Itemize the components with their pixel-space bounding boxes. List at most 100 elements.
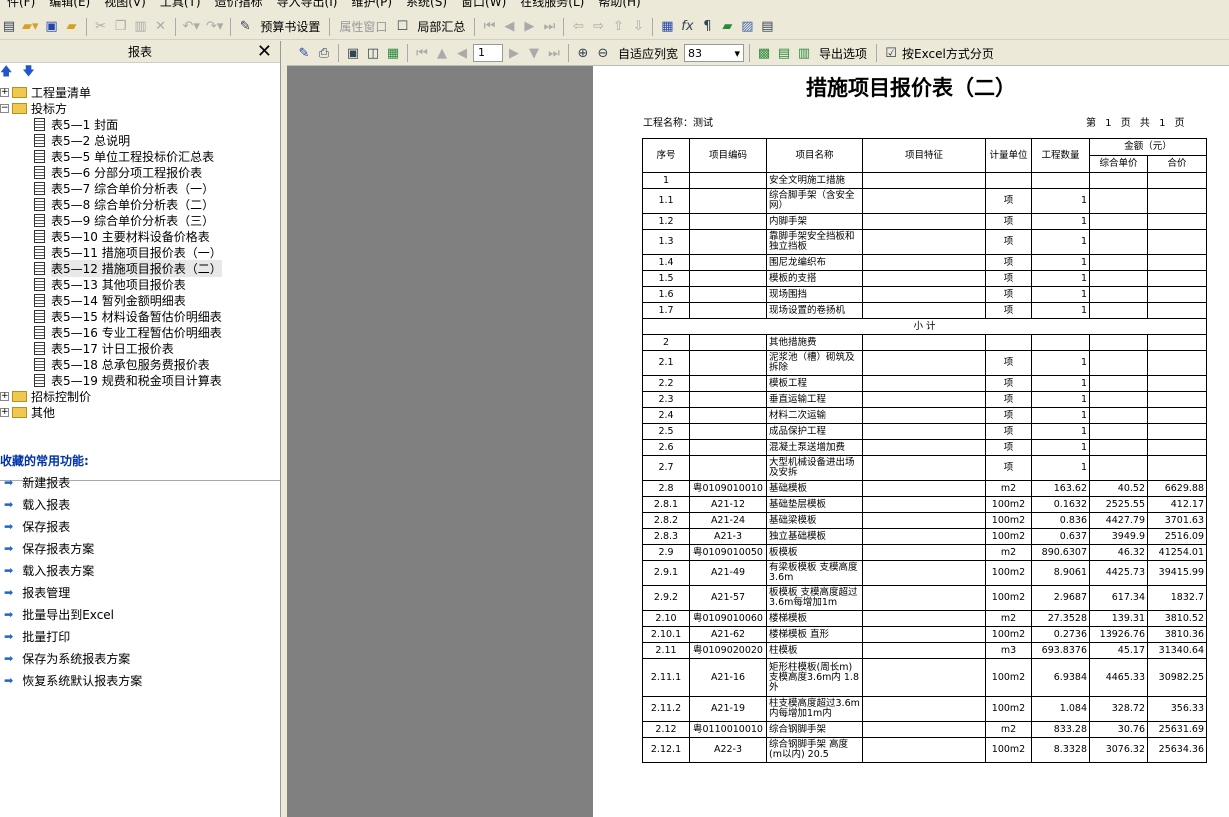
expand-icon[interactable]: + <box>0 87 9 97</box>
checkbox-checked-icon[interactable]: ☑ <box>882 43 900 63</box>
export-sheet-icon[interactable]: ▤ <box>775 43 793 63</box>
budget-settings-button[interactable]: 预算书设置 <box>256 17 324 37</box>
last-icon[interactable]: ⏭ <box>540 17 558 37</box>
paste-icon[interactable]: ▥ <box>132 17 150 37</box>
export-options-button[interactable]: 导出选项 <box>815 43 871 63</box>
menu-file[interactable]: 件(F) <box>0 0 42 10</box>
tree-item-report[interactable]: 表5—5 单位工程投标价汇总表 <box>34 148 214 164</box>
image-icon[interactable]: ▨ <box>738 17 756 37</box>
budget-settings-icon[interactable]: ✎ <box>236 17 254 37</box>
tree-item-report[interactable]: 表5—2 总说明 <box>34 132 130 148</box>
first-icon[interactable]: ⏮ <box>480 17 498 37</box>
tree-node-control-price[interactable]: + 招标控制价 <box>0 388 91 404</box>
fav-load-scheme[interactable]: ➡ 载入报表方案 <box>0 559 280 581</box>
menu-edit[interactable]: 编辑(E) <box>42 0 97 10</box>
page-double-icon[interactable]: ◫ <box>364 43 382 63</box>
export-grid-icon[interactable]: ▥ <box>795 43 813 63</box>
fav-save-system-scheme[interactable]: ➡ 保存为系统报表方案 <box>0 647 280 669</box>
tree-node-other[interactable]: + 其他 <box>0 404 55 420</box>
prev-page-icon[interactable]: ◀ <box>453 43 471 63</box>
next-page-down-icon[interactable]: ▼ <box>525 43 543 63</box>
tree-item-report[interactable]: 表5—16 专业工程暂估价明细表 <box>34 324 222 340</box>
tree-item-report[interactable]: 表5—11 措施项目报价表（一） <box>34 244 222 260</box>
book-icon[interactable]: ▰ <box>718 17 736 37</box>
tree-item-report[interactable]: 表5—10 主要材料设备价格表 <box>34 228 210 244</box>
paragraph-icon[interactable]: ¶ <box>698 17 716 37</box>
page-single-icon[interactable]: ▣ <box>344 43 362 63</box>
delete-icon[interactable]: ✕ <box>152 17 170 37</box>
calculator-icon[interactable]: ▦ <box>658 17 676 37</box>
page-multi-icon[interactable]: ▦ <box>384 43 402 63</box>
zoom-select[interactable]: 83 ▾ <box>684 44 745 62</box>
tree-item-report[interactable]: 表5—19 规费和税金项目计算表 <box>34 372 222 388</box>
tree-node-bill[interactable]: + 工程量清单 <box>0 84 91 100</box>
print-icon[interactable]: ⎙ <box>315 43 333 63</box>
menu-view[interactable]: 视图(V) <box>97 0 153 10</box>
collapse-icon[interactable]: − <box>0 103 9 113</box>
fav-load-report[interactable]: ➡ 载入报表 <box>0 493 280 515</box>
menu-cost-index[interactable]: 造价指标 <box>208 0 270 10</box>
back-icon[interactable]: ⇦ <box>569 17 587 37</box>
undo-icon[interactable]: ↶▾ <box>181 17 202 37</box>
open-project-icon[interactable]: ▰ <box>63 17 81 37</box>
forward-icon[interactable]: ⇨ <box>589 17 607 37</box>
fav-report-management[interactable]: ➡ 报表管理 <box>0 581 280 603</box>
fav-save-scheme[interactable]: ➡ 保存报表方案 <box>0 537 280 559</box>
arrow-down-icon[interactable]: 🡇 <box>22 62 34 83</box>
fav-save-report[interactable]: ➡ 保存报表 <box>0 515 280 537</box>
save-icon[interactable]: ▣ <box>43 17 61 37</box>
tree-item-report[interactable]: 表5—17 计日工报价表 <box>34 340 174 356</box>
tree-node-bidder[interactable]: − 投标方 <box>0 100 67 116</box>
down-icon[interactable]: ⇩ <box>629 17 647 37</box>
excel-icon[interactable]: ▩ <box>755 43 773 63</box>
close-icon[interactable]: ✕ <box>257 41 272 63</box>
tree-item-report[interactable]: 表5—14 暂列金额明细表 <box>34 292 186 308</box>
prev-icon[interactable]: ◀ <box>500 17 518 37</box>
fav-new-report[interactable]: ➡ 新建报表 <box>0 471 280 493</box>
next-icon[interactable]: ▶ <box>520 17 538 37</box>
tree-item-report[interactable]: 表5—18 总承包服务费报价表 <box>34 356 210 372</box>
new-icon[interactable]: ▤ <box>0 17 18 37</box>
zoom-out-icon[interactable]: ⊖ <box>594 43 612 63</box>
tree-item-report[interactable]: 表5—8 综合单价分析表（二） <box>34 196 214 212</box>
menu-import-export[interactable]: 导入导出(I) <box>270 0 345 10</box>
menu-tools[interactable]: 工具(T) <box>153 0 208 10</box>
menu-system[interactable]: 系统(S) <box>399 0 454 10</box>
zoom-in-icon[interactable]: ⊕ <box>574 43 592 63</box>
list-icon[interactable]: ▤ <box>758 17 776 37</box>
open-folder-icon[interactable]: ▰▾ <box>20 17 41 37</box>
next-page-icon[interactable]: ▶ <box>505 43 523 63</box>
menu-online[interactable]: 在线服务(L) <box>513 0 591 10</box>
property-window-button[interactable]: 属性窗口 <box>335 17 391 37</box>
up-icon[interactable]: ⇧ <box>609 17 627 37</box>
redo-icon[interactable]: ↷▾ <box>204 17 225 37</box>
tree-item-report[interactable]: 表5—6 分部分项工程报价表 <box>34 164 202 180</box>
menu-window[interactable]: 窗口(W) <box>454 0 513 10</box>
tree-item-report[interactable]: 表5—13 其他项目报价表 <box>34 276 186 292</box>
partial-summary-button[interactable]: 局部汇总 <box>413 17 469 37</box>
tree-item-report[interactable]: 表5—1 封面 <box>34 116 118 132</box>
fav-restore-default[interactable]: ➡ 恢复系统默认报表方案 <box>0 669 280 691</box>
cut-icon[interactable]: ✂ <box>92 17 110 37</box>
arrow-up-icon[interactable]: 🡅 <box>0 62 12 83</box>
tree-item-report[interactable]: 表5—9 综合单价分析表（三） <box>34 212 214 228</box>
design-icon[interactable]: ✎ <box>295 43 313 63</box>
menu-maintain[interactable]: 维护(P) <box>344 0 399 10</box>
page-number-input[interactable]: 1 <box>473 44 503 62</box>
partial-summary-checkbox-icon[interactable]: ☐ <box>393 17 411 37</box>
expand-icon[interactable]: + <box>0 407 9 417</box>
tree-item-report-selected[interactable]: 表5—12 措施项目报价表（二） <box>34 259 222 277</box>
excel-paging-label[interactable]: 按Excel方式分页 <box>902 43 998 63</box>
first-page-icon[interactable]: ⏮ <box>413 43 431 63</box>
prev-page-up-icon[interactable]: ▲ <box>433 43 451 63</box>
menu-help[interactable]: 帮助(H) <box>591 0 647 10</box>
tree-item-report[interactable]: 表5—7 综合单价分析表（一） <box>34 180 214 196</box>
copy-icon[interactable]: ❐ <box>112 17 130 37</box>
fit-width-button[interactable]: 自适应列宽 <box>614 43 682 63</box>
tree-item-report[interactable]: 表5—15 材料设备暂估价明细表 <box>34 308 222 324</box>
fav-batch-print[interactable]: ➡ 批量打印 <box>0 625 280 647</box>
last-page-icon[interactable]: ⏭ <box>545 43 563 63</box>
expand-icon[interactable]: + <box>0 391 9 401</box>
formula-icon[interactable]: fx <box>678 17 696 37</box>
fav-batch-export[interactable]: ➡ 批量导出到Excel <box>0 603 280 625</box>
